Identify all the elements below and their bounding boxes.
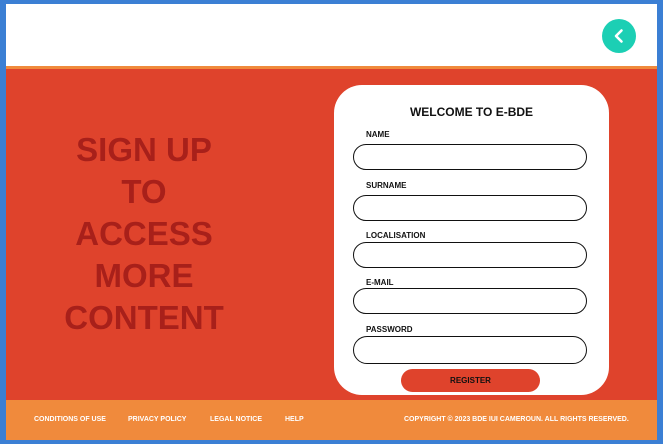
page-footer: CONDITIONS OF USE PRIVACY POLICY LEGAL N… bbox=[6, 400, 657, 440]
copyright-text: COPYRIGHT © 2023 BDE IUI CAMEROUN. ALL R… bbox=[404, 416, 629, 423]
name-label: NAME bbox=[366, 130, 390, 139]
signup-slogan: SIGN UP TO ACCESS MORE CONTENT bbox=[46, 129, 242, 339]
register-button[interactable]: REGISTER bbox=[401, 369, 540, 392]
hero-section: SIGN UP TO ACCESS MORE CONTENT WELCOME T… bbox=[6, 69, 657, 400]
email-input[interactable] bbox=[353, 288, 587, 314]
name-input[interactable] bbox=[353, 144, 587, 170]
top-header bbox=[6, 4, 657, 66]
password-input[interactable] bbox=[353, 336, 587, 364]
slogan-line: CONTENT bbox=[64, 299, 224, 336]
slogan-line: MORE bbox=[94, 257, 194, 294]
slogan-line: SIGN UP bbox=[76, 131, 212, 168]
slogan-line: ACCESS bbox=[75, 215, 213, 252]
footer-link-help[interactable]: HELP bbox=[285, 416, 304, 423]
password-label: PASSWORD bbox=[366, 325, 413, 334]
email-label: E-MAIL bbox=[366, 278, 394, 287]
registration-form: WELCOME TO E-BDE NAME SURNAME LOCALISATI… bbox=[334, 85, 609, 395]
surname-input[interactable] bbox=[353, 195, 587, 221]
chevron-left-icon bbox=[614, 29, 623, 43]
form-title: WELCOME TO E-BDE bbox=[409, 105, 534, 119]
surname-label: SURNAME bbox=[366, 181, 407, 190]
footer-link-conditions[interactable]: CONDITIONS OF USE bbox=[34, 416, 106, 423]
localisation-input[interactable] bbox=[353, 242, 587, 268]
back-button[interactable] bbox=[602, 19, 636, 53]
slogan-line: TO bbox=[121, 173, 167, 210]
localisation-label: LOCALISATION bbox=[366, 231, 426, 240]
footer-link-privacy[interactable]: PRIVACY POLICY bbox=[128, 416, 186, 423]
footer-link-legal[interactable]: LEGAL NOTICE bbox=[210, 416, 262, 423]
page-frame: SIGN UP TO ACCESS MORE CONTENT WELCOME T… bbox=[6, 4, 657, 440]
